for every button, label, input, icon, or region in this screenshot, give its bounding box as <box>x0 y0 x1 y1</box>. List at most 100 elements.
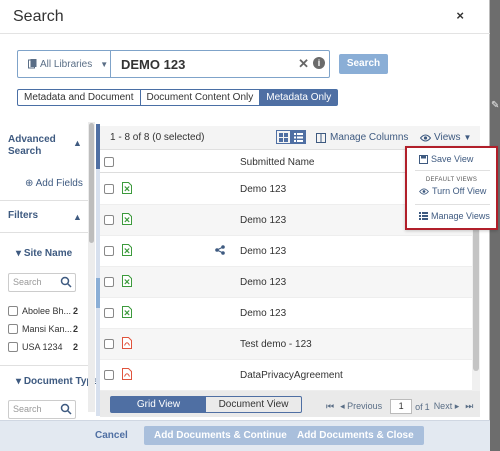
clear-icon[interactable]: ✕ <box>298 56 309 72</box>
checkbox[interactable] <box>8 342 18 352</box>
document-type-label: Document Type <box>23 376 99 387</box>
page-number-input[interactable]: 1 <box>390 399 413 414</box>
manage-columns-label: Manage Columns <box>330 132 409 143</box>
site-name-heading[interactable]: ▾ Site Name <box>16 248 72 259</box>
divider <box>0 200 88 201</box>
next-page-button[interactable]: Next ▸ <box>434 401 460 412</box>
site-filter-item[interactable]: USA 1234 2 <box>8 342 78 352</box>
site-name-search-input[interactable]: Search <box>8 273 76 292</box>
cancel-button[interactable]: Cancel <box>95 430 128 441</box>
add-documents-close-button[interactable]: Add Documents & Close <box>287 426 424 445</box>
dialog-title: Search <box>13 8 64 25</box>
document-type-search-input[interactable]: Search <box>8 400 76 419</box>
row-checkbox[interactable] <box>104 308 114 318</box>
search-input[interactable]: DEMO 123 ✕ i <box>111 51 329 77</box>
list-icon <box>419 212 428 220</box>
page-of-label: of <box>415 401 423 412</box>
filters-heading[interactable]: Filters <box>8 210 38 221</box>
filter-panel-scrollbar[interactable] <box>88 122 95 412</box>
grid-view-tab[interactable]: Grid View <box>111 397 206 412</box>
last-page-icon[interactable]: ⏭ <box>465 401 473 412</box>
divider <box>415 204 490 205</box>
views-menu: Save View DEFAULT VIEWS Turn Off View Ma… <box>405 146 498 230</box>
row-checkbox[interactable] <box>104 339 114 349</box>
chevron-up-icon[interactable]: ▲ <box>73 138 82 148</box>
table-row[interactable]: Test demo - 123 <box>100 329 472 360</box>
first-page-icon[interactable]: ⏮ <box>326 401 334 412</box>
excel-file-icon <box>122 244 132 256</box>
advanced-search-heading-line2[interactable]: Search <box>8 146 41 157</box>
views-dropdown-button[interactable]: Views ▼ <box>420 132 471 143</box>
scope-metadata-and-document[interactable]: Metadata and Document <box>18 90 141 105</box>
site-filter-count: 2 <box>73 324 79 334</box>
document-view-tab[interactable]: Document View <box>206 397 301 412</box>
row-checkbox[interactable] <box>104 215 114 225</box>
search-bar: All Libraries ▼ DEMO 123 ✕ i <box>17 50 330 78</box>
eye-icon <box>420 134 431 141</box>
document-type-heading[interactable]: ▾ Document Type <box>16 376 98 387</box>
divider <box>0 365 88 366</box>
scope-metadata-only[interactable]: Metadata Only <box>260 90 338 105</box>
save-icon <box>419 154 428 164</box>
site-filter-count: 2 <box>73 342 79 352</box>
manage-columns-button[interactable]: Manage Columns <box>316 132 408 143</box>
share-icon[interactable] <box>215 245 225 255</box>
results-footer: Grid View Document View ⏮ ◂ Previous 1 o… <box>100 391 480 417</box>
save-view-item[interactable]: Save View <box>419 154 473 164</box>
table-row[interactable]: DataPrivacyAgreement <box>100 360 472 391</box>
checkbox[interactable] <box>8 324 18 334</box>
table-row[interactable]: Demo 123 <box>100 236 472 267</box>
turn-off-view-item[interactable]: Turn Off View <box>419 186 486 196</box>
search-icon <box>60 403 72 415</box>
row-submitted-name[interactable]: Demo 123 <box>240 215 286 226</box>
table-row[interactable]: Demo 123 <box>100 298 472 329</box>
default-views-label: DEFAULT VIEWS <box>425 177 478 183</box>
search-button[interactable]: Search <box>339 54 388 74</box>
checkbox[interactable] <box>8 306 18 316</box>
document-type-search-placeholder: Search <box>13 404 42 414</box>
save-view-label: Save View <box>431 154 474 164</box>
pdf-file-icon <box>122 368 132 380</box>
excel-file-icon <box>122 182 132 194</box>
views-label: Views <box>434 132 461 143</box>
info-icon[interactable]: i <box>313 57 325 69</box>
add-fields-link[interactable]: ⊕ Add Fields <box>25 178 83 189</box>
table-row[interactable]: Demo 123 <box>100 267 472 298</box>
site-filter-item[interactable]: Abolee Bh... 2 <box>8 306 78 316</box>
manage-views-item[interactable]: Manage Views <box>419 211 490 221</box>
caret-down-icon: ▼ <box>463 133 472 142</box>
close-icon[interactable]: × <box>456 8 464 23</box>
layout-toggle <box>276 130 306 144</box>
next-label: Next <box>433 401 453 411</box>
add-documents-continue-button[interactable]: Add Documents & Continue <box>144 426 297 445</box>
row-submitted-name[interactable]: DataPrivacyAgreement <box>240 370 343 381</box>
select-all-checkbox[interactable] <box>104 157 114 167</box>
previous-page-button[interactable]: ◂ Previous <box>340 401 382 412</box>
site-filter-count: 2 <box>73 306 79 316</box>
column-header-submitted-name[interactable]: Submitted Name <box>240 157 314 168</box>
advanced-search-heading[interactable]: Advanced <box>8 134 56 145</box>
grid-layout-icon[interactable] <box>276 130 291 144</box>
list-layout-icon[interactable] <box>291 130 306 144</box>
library-selector[interactable]: All Libraries ▼ <box>18 51 111 77</box>
add-fields-label: Add Fields <box>35 178 83 189</box>
row-submitted-name[interactable]: Demo 123 <box>240 246 286 257</box>
columns-icon <box>316 132 326 143</box>
chevron-down-icon: ▼ <box>100 59 109 69</box>
site-filter-item[interactable]: Mansi Kan... 2 <box>8 324 78 334</box>
caret-down-icon: ▾ <box>16 376 24 387</box>
row-checkbox[interactable] <box>104 184 114 194</box>
search-input-value: DEMO 123 <box>121 56 186 72</box>
row-submitted-name[interactable]: Demo 123 <box>240 308 286 319</box>
row-submitted-name[interactable]: Demo 123 <box>240 184 286 195</box>
row-submitted-name[interactable]: Test demo - 123 <box>240 339 312 350</box>
row-checkbox[interactable] <box>104 370 114 380</box>
scrollbar-thumb[interactable] <box>89 123 94 243</box>
pencil-icon: ✎ <box>491 100 500 111</box>
row-checkbox[interactable] <box>104 246 114 256</box>
excel-file-icon <box>122 306 132 318</box>
chevron-up-icon[interactable]: ▲ <box>73 212 82 222</box>
row-submitted-name[interactable]: Demo 123 <box>240 277 286 288</box>
row-checkbox[interactable] <box>104 277 114 287</box>
scope-document-content-only[interactable]: Document Content Only <box>141 90 261 105</box>
